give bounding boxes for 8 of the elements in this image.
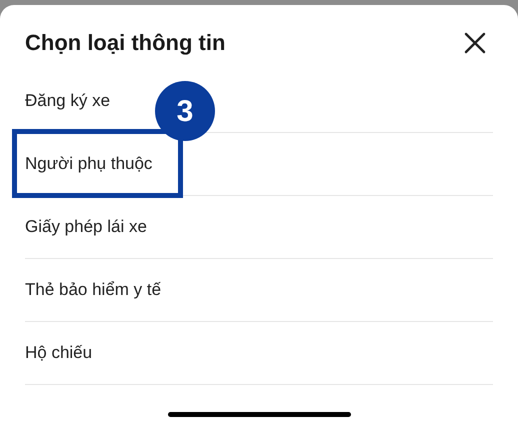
sheet-title: Chọn loại thông tin (25, 29, 226, 57)
list-item[interactable]: Hộ chiếu (25, 340, 92, 366)
close-icon (464, 32, 486, 54)
step-number: 3 (155, 81, 215, 141)
list-item[interactable]: Người phụ thuộc (25, 151, 152, 177)
list-item[interactable]: Đăng ký xe (25, 88, 110, 114)
list-item[interactable]: Giấy phép lái xe (25, 214, 147, 240)
list-item[interactable]: Thẻ bảo hiểm y tế (25, 277, 162, 303)
